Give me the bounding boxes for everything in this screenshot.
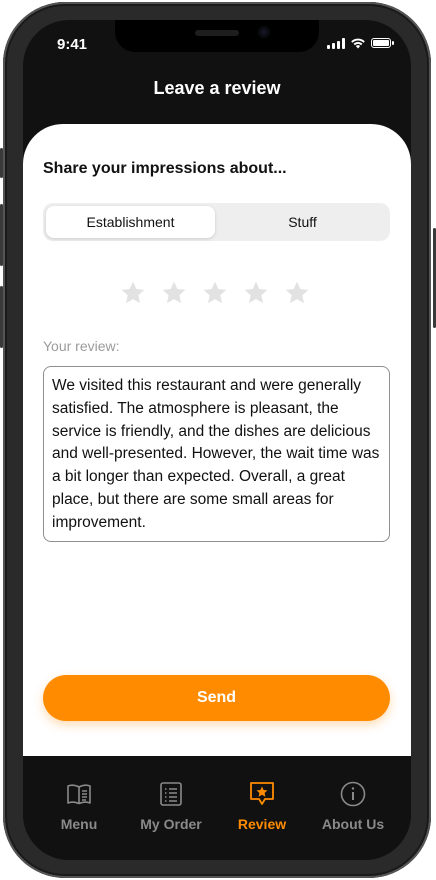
notch — [115, 20, 319, 52]
tab-about-us[interactable]: About Us — [308, 780, 398, 832]
tab-bar: Menu My Order Review About Us — [23, 756, 411, 860]
screen: 9:41 Leave a review Share your impressio… — [23, 20, 411, 860]
tab-menu-label: Menu — [60, 816, 98, 832]
segment-establishment[interactable]: Establishment — [46, 206, 215, 238]
star-1-icon[interactable] — [120, 280, 146, 306]
tab-about-us-label: About Us — [321, 816, 385, 832]
book-icon — [67, 784, 91, 805]
status-time: 9:41 — [57, 36, 88, 53]
review-label: Your review: — [43, 338, 120, 354]
star-rating — [120, 280, 310, 306]
info-icon — [340, 781, 366, 807]
tab-review[interactable]: Review — [217, 780, 307, 832]
list-icon — [160, 782, 182, 806]
segment-stuff[interactable]: Stuff — [218, 206, 387, 238]
review-textarea[interactable]: We visited this restaurant and were gene… — [43, 366, 390, 542]
tab-review-label: Review — [237, 816, 287, 832]
cellular-signal-icon — [327, 37, 345, 49]
star-3-icon[interactable] — [202, 280, 228, 306]
wifi-icon — [351, 38, 365, 49]
battery-icon — [371, 38, 394, 48]
review-prompt: Share your impressions about... — [43, 160, 287, 177]
segmented-control: Establishment Stuff — [43, 203, 390, 241]
send-button[interactable]: Send — [43, 675, 390, 721]
speaker-grille — [195, 30, 239, 36]
star-chat-icon — [250, 782, 274, 805]
tab-menu[interactable]: Menu — [34, 780, 124, 832]
tab-my-order-label: My Order — [140, 816, 202, 832]
review-card: Share your impressions about... Establis… — [23, 124, 411, 756]
page-title: Leave a review — [153, 78, 281, 98]
status-icons — [327, 37, 394, 49]
star-5-icon[interactable] — [284, 280, 310, 306]
phone-device: 9:41 Leave a review Share your impressio… — [0, 0, 436, 880]
star-2-icon[interactable] — [161, 280, 187, 306]
star-4-icon[interactable] — [243, 280, 269, 306]
front-camera — [258, 26, 270, 38]
tab-my-order[interactable]: My Order — [126, 780, 216, 832]
